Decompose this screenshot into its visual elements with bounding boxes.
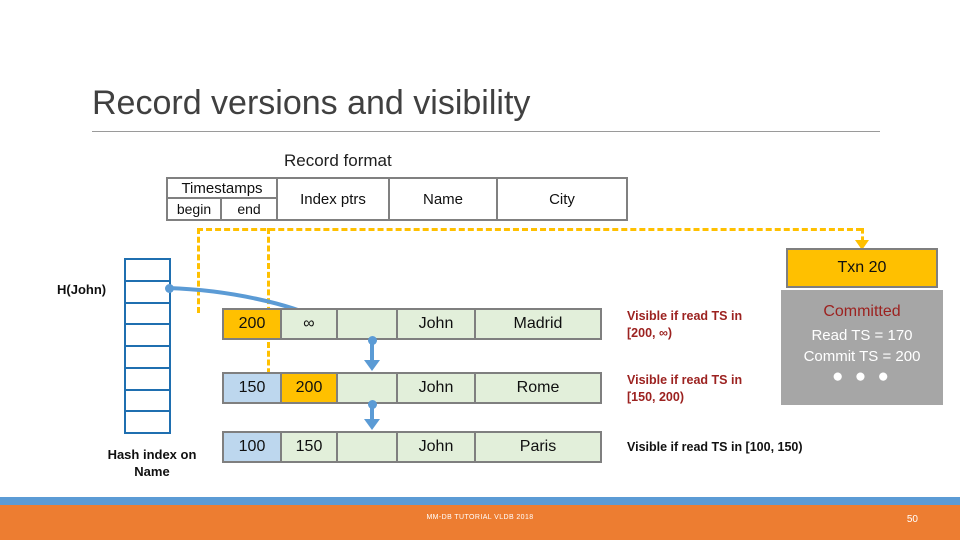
version-row: 100 150 John Paris bbox=[222, 431, 602, 463]
hash-index-cell bbox=[124, 345, 171, 367]
footer-accent-rule bbox=[0, 497, 960, 505]
visibility-note: Visible if read TS in [150, 200) bbox=[627, 372, 742, 406]
version-chain-arrowhead bbox=[364, 360, 380, 371]
page-title: Record versions and visibility bbox=[92, 84, 531, 122]
txn-connector-horizontal bbox=[197, 228, 862, 231]
version-end-ts: ∞ bbox=[280, 308, 338, 340]
version-name: John bbox=[396, 308, 476, 340]
hash-index-cell bbox=[124, 388, 171, 411]
format-column-timestamps: Timestamps begin end bbox=[166, 177, 278, 221]
version-begin-ts: 150 bbox=[222, 372, 282, 404]
version-city: Paris bbox=[474, 431, 602, 463]
format-subcolumn-end: end bbox=[237, 201, 261, 218]
title-divider bbox=[92, 131, 880, 132]
version-index-ptr bbox=[336, 431, 398, 463]
format-column-city: City bbox=[496, 177, 628, 221]
visibility-note-range: [150, 200) bbox=[627, 390, 684, 404]
format-subcolumn-begin: begin bbox=[168, 199, 222, 219]
format-column-name: Name bbox=[388, 177, 498, 221]
visibility-note-line1: Visible if read TS in bbox=[627, 373, 743, 387]
footer-text: MM-DB TUTORIAL VLDB 2018 bbox=[426, 514, 534, 521]
visibility-note-line1: Visible if read TS in [100, 150) bbox=[627, 440, 803, 454]
visibility-note-line1: Visible if read TS in bbox=[627, 309, 743, 323]
format-column-timestamps-label: Timestamps bbox=[168, 179, 276, 200]
format-column-timestamps-subrow: begin end bbox=[168, 199, 276, 219]
format-column-index-ptrs: Index ptrs bbox=[276, 177, 390, 221]
record-format-heading: Record format bbox=[284, 151, 392, 170]
version-index-ptr bbox=[336, 308, 398, 340]
version-city: Rome bbox=[474, 372, 602, 404]
txn-read-ts: Read TS = 170 bbox=[811, 327, 913, 344]
hash-pointer-label: H(John) bbox=[57, 282, 107, 297]
version-chain-line bbox=[370, 340, 374, 362]
version-end-ts: 200 bbox=[280, 372, 338, 404]
version-begin-ts: 200 bbox=[222, 308, 282, 340]
txn-commit-ts: Commit TS = 200 bbox=[803, 348, 921, 365]
txn-ellipsis: ● ● ● bbox=[832, 366, 892, 387]
hash-index-cell bbox=[124, 410, 171, 434]
record-format-table: Timestamps begin end Index ptrs Name Cit… bbox=[166, 177, 628, 221]
footer-page-number: 50 bbox=[906, 514, 918, 525]
version-row: 150 200 John Rome bbox=[222, 372, 602, 404]
txn-state-panel: Committed Read TS = 170 Commit TS = 200 … bbox=[781, 290, 943, 405]
version-row: 200 ∞ John Madrid bbox=[222, 308, 602, 340]
slide-canvas: Record versions and visibility Record fo… bbox=[0, 0, 960, 540]
version-begin-ts: 100 bbox=[222, 431, 282, 463]
version-name: John bbox=[396, 372, 476, 404]
version-city: Madrid bbox=[474, 308, 602, 340]
txn-badge[interactable]: Txn 20 bbox=[786, 248, 938, 288]
visibility-note: Visible if read TS in [100, 150) bbox=[627, 439, 803, 456]
hash-index-cell bbox=[124, 258, 171, 280]
version-end-ts: 150 bbox=[280, 431, 338, 463]
txn-status-label: Committed bbox=[823, 303, 901, 320]
version-name: John bbox=[396, 431, 476, 463]
footer-bar bbox=[0, 505, 960, 540]
hash-index-caption: Hash index on Name bbox=[107, 447, 197, 479]
hash-index-cell bbox=[124, 366, 171, 389]
version-index-ptr bbox=[336, 372, 398, 404]
visibility-note-range: [200, ∞) bbox=[627, 326, 673, 340]
version-chain-arrowhead bbox=[364, 419, 380, 430]
visibility-note: Visible if read TS in [200, ∞) bbox=[627, 308, 742, 342]
